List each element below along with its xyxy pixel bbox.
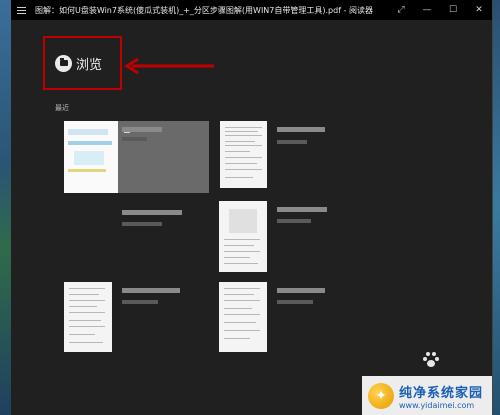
file-path-blurred — [122, 222, 162, 226]
desktop-background-left — [0, 0, 11, 415]
fullscreen-button[interactable]: ⤢ — [388, 0, 414, 20]
minimize-button[interactable]: — — [414, 0, 440, 20]
annotation-arrow-icon — [124, 58, 214, 74]
browse-button[interactable]: 浏览 — [43, 36, 122, 90]
file-name-blurred — [122, 288, 180, 293]
desktop-background-right — [492, 0, 500, 415]
title-bar: 图解：如何U盘装Win7系统(傻瓜式装机)_+_分区步骤图解(用WIN7自带管理… — [11, 0, 492, 20]
file-name-blurred — [122, 210, 182, 215]
file-path-blurred — [277, 140, 307, 144]
file-name-blurred — [122, 127, 162, 132]
recent-heading: 最近 — [55, 104, 69, 112]
watermark-text: 纯净系统家园 — [399, 385, 484, 401]
paw-icon — [423, 352, 439, 368]
file-path-blurred — [277, 300, 313, 304]
file-path-blurred — [277, 219, 311, 223]
close-button[interactable]: ✕ — [466, 0, 492, 20]
file-name-blurred — [277, 207, 327, 212]
file-name-blurred — [277, 288, 325, 293]
hamburger-icon — [16, 6, 26, 14]
menu-button[interactable] — [11, 0, 31, 20]
recent-file-thumbnail-2[interactable] — [220, 121, 267, 188]
window-title: 图解：如何U盘装Win7系统(傻瓜式装机)_+_分区步骤图解(用WIN7自带管理… — [35, 5, 373, 15]
file-name-blurred — [277, 127, 325, 132]
file-path-blurred — [122, 137, 147, 141]
recent-file-thumbnail-3[interactable] — [219, 201, 267, 272]
watermark-badge: ✦ 纯净系统家园 www.yidaimei.com — [362, 376, 492, 415]
recent-file-thumbnail-5[interactable] — [219, 282, 267, 352]
folder-icon — [55, 54, 72, 72]
maximize-button[interactable]: ☐ — [440, 0, 466, 20]
browse-label: 浏览 — [76, 57, 103, 73]
watermark-url: www.yidaimei.com — [399, 400, 475, 410]
file-path-blurred — [122, 300, 158, 304]
watermark-logo-icon: ✦ — [368, 382, 394, 409]
recent-file-thumbnail-4[interactable] — [64, 282, 112, 352]
